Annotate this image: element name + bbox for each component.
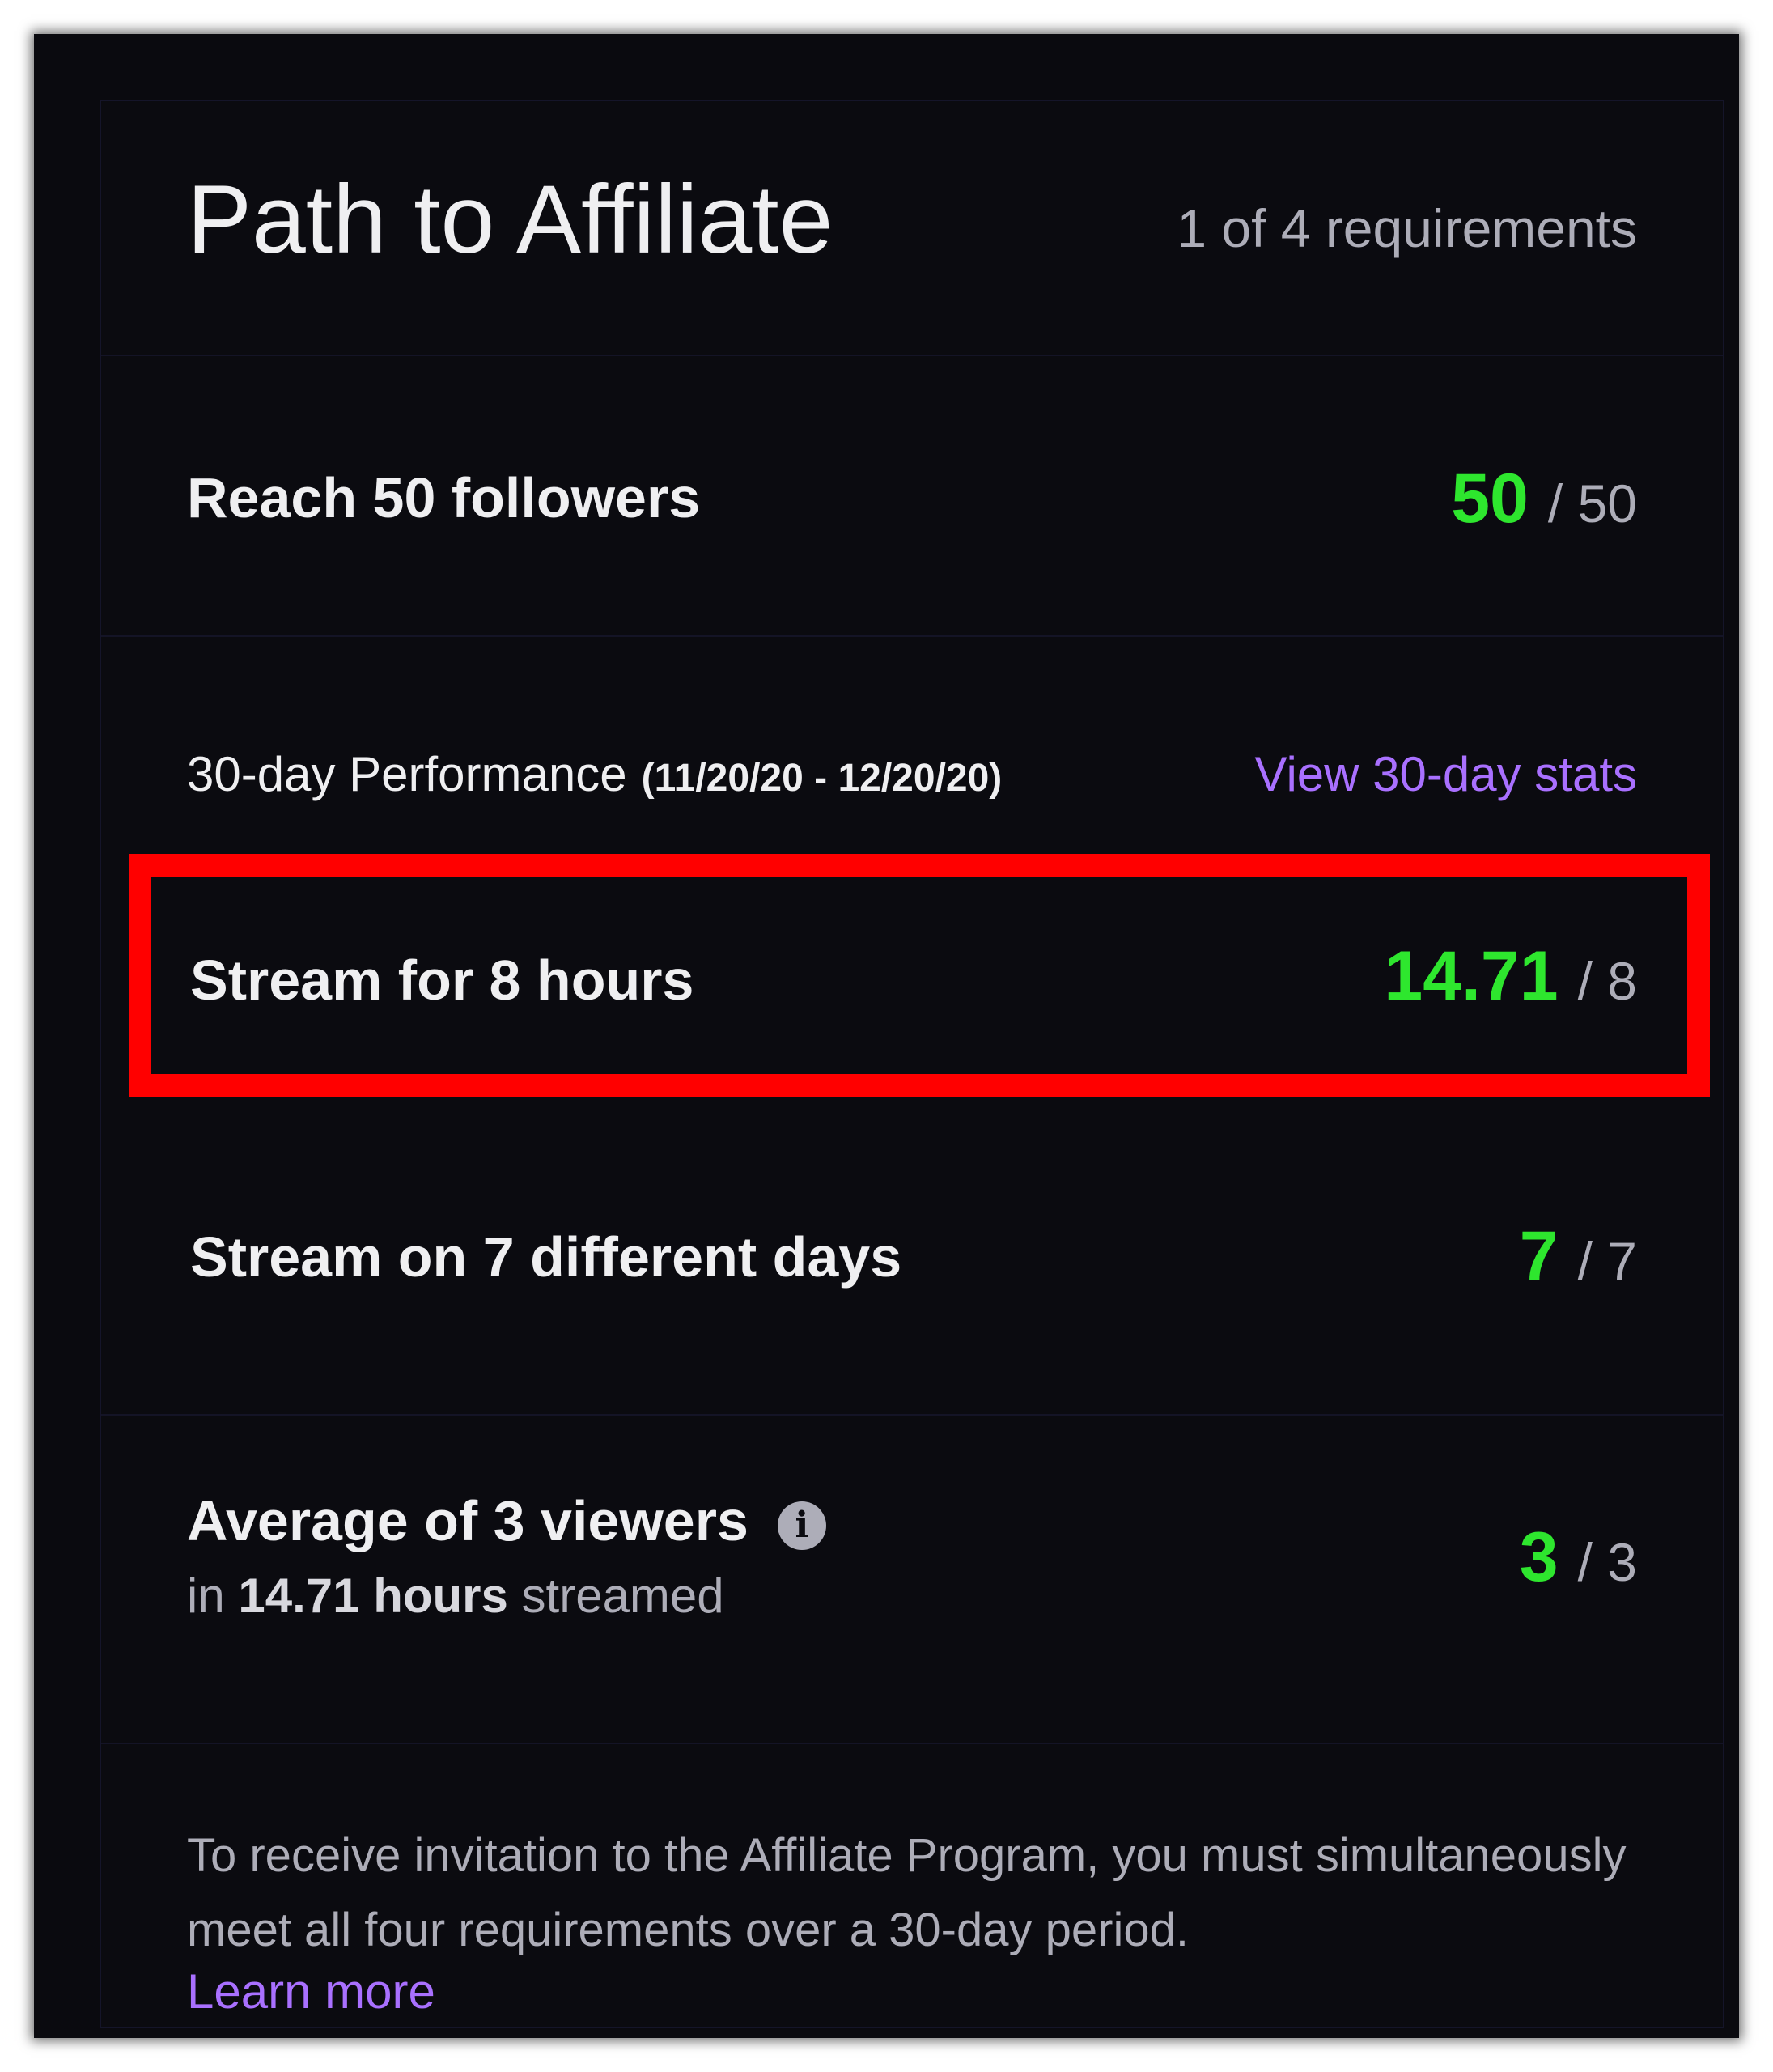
days-separator: / xyxy=(1577,1231,1593,1291)
days-current: 7 xyxy=(1519,1217,1559,1295)
requirements-count: 1 of 4 requirements xyxy=(1177,198,1637,258)
learn-more-link[interactable]: Learn more xyxy=(187,1968,435,2016)
sublabel-suffix: streamed xyxy=(521,1569,724,1623)
days-requirement-label: Stream on 7 different days xyxy=(190,1225,902,1289)
followers-label: Reach 50 followers xyxy=(187,466,701,529)
highlight-annotation-box xyxy=(129,854,1710,1097)
page: Path to Affiliate 1 of 4 requirements Re… xyxy=(0,0,1773,2072)
page-title: Path to Affiliate xyxy=(187,165,833,274)
footer-description: To receive invitation to the Affiliate P… xyxy=(187,1829,1627,1956)
viewers-requirement-label: Average of 3 viewers i xyxy=(187,1492,826,1550)
viewers-current: 3 xyxy=(1519,1518,1559,1596)
followers-target: 50 xyxy=(1577,473,1637,533)
followers-current: 50 xyxy=(1451,460,1529,537)
screenshot-frame: Path to Affiliate 1 of 4 requirements Re… xyxy=(34,34,1739,2038)
days-requirement-progress: 7/ 7 xyxy=(1520,1221,1637,1291)
info-icon[interactable]: i xyxy=(777,1501,826,1550)
card-footer: To receive invitation to the Affiliate P… xyxy=(101,1744,1723,2027)
view-stats-link[interactable]: View 30-day stats xyxy=(1255,750,1637,799)
performance-section: 30-day Performance (11/20/20 - 12/20/20) … xyxy=(101,637,1723,1744)
affiliate-card: Path to Affiliate 1 of 4 requirements Re… xyxy=(100,100,1724,2028)
viewers-separator: / xyxy=(1577,1532,1593,1592)
performance-date-range: (11/20/20 - 12/20/20) xyxy=(641,757,1003,800)
performance-title: 30-day Performance (11/20/20 - 12/20/20) xyxy=(187,750,1002,799)
sublabel-prefix: in xyxy=(187,1569,225,1623)
sublabel-hours: 14.71 hours xyxy=(238,1569,508,1623)
card-header: Path to Affiliate 1 of 4 requirements xyxy=(101,101,1723,356)
followers-separator: / xyxy=(1547,473,1563,533)
followers-progress: 50/ 50 xyxy=(1451,464,1637,533)
viewers-label-text: Average of 3 viewers xyxy=(187,1489,749,1552)
days-target: 7 xyxy=(1607,1231,1637,1291)
performance-title-text: 30-day Performance xyxy=(187,747,627,801)
followers-requirement: Reach 50 followers 50/ 50 xyxy=(101,356,1723,637)
divider xyxy=(101,1414,1723,1416)
viewers-target: 3 xyxy=(1607,1532,1637,1592)
viewers-requirement-progress: 3/ 3 xyxy=(1520,1522,1637,1592)
viewers-sublabel: in 14.71 hours streamed xyxy=(187,1572,724,1620)
